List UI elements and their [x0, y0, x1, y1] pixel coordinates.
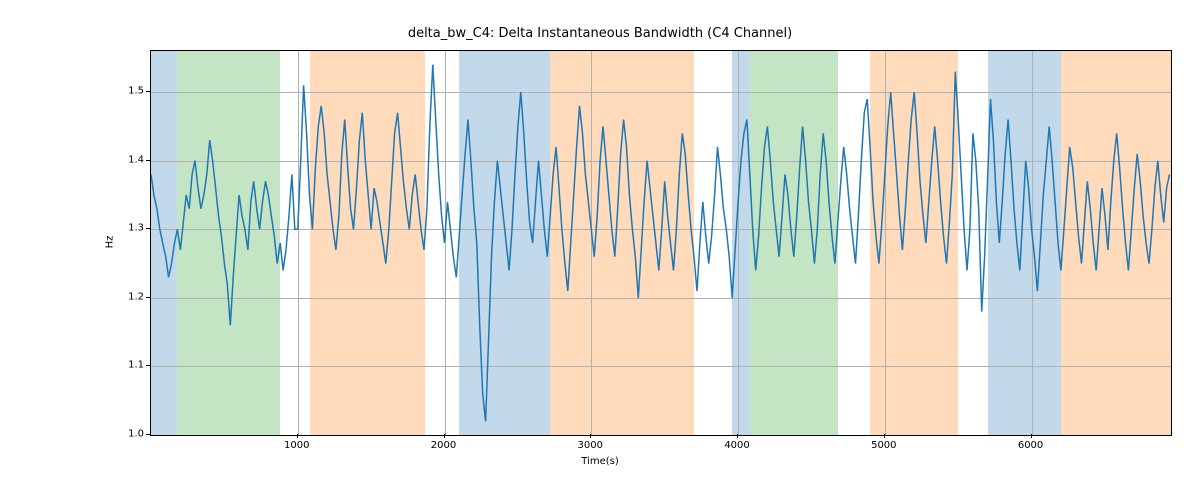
x-tick-label: 3000 — [570, 440, 610, 451]
x-tick-label: 1000 — [277, 440, 317, 451]
x-tick-label: 4000 — [717, 440, 757, 451]
y-tick-label: 1.3 — [104, 223, 144, 234]
plot-area — [150, 50, 1172, 436]
tick-mark — [297, 434, 298, 438]
y-axis-label: Hz — [105, 236, 116, 249]
tick-mark — [146, 434, 150, 435]
tick-mark — [1031, 434, 1032, 438]
tick-mark — [590, 434, 591, 438]
chart-title: delta_bw_C4: Delta Instantaneous Bandwid… — [0, 26, 1200, 41]
y-tick-label: 1.5 — [104, 86, 144, 97]
y-tick-label: 1.0 — [104, 429, 144, 440]
tick-mark — [146, 228, 150, 229]
tick-mark — [737, 434, 738, 438]
x-tick-label: 2000 — [424, 440, 464, 451]
tick-mark — [884, 434, 885, 438]
tick-mark — [146, 91, 150, 92]
line-trace — [151, 51, 1171, 435]
y-tick-label: 1.4 — [104, 154, 144, 165]
x-tick-label: 5000 — [864, 440, 904, 451]
x-tick-label: 6000 — [1011, 440, 1051, 451]
y-tick-label: 1.2 — [104, 291, 144, 302]
tick-mark — [146, 365, 150, 366]
grid-line-horizontal — [151, 435, 1171, 436]
y-tick-label: 1.1 — [104, 360, 144, 371]
chart-container: delta_bw_C4: Delta Instantaneous Bandwid… — [0, 0, 1200, 500]
x-axis-label: Time(s) — [0, 456, 1200, 467]
tick-mark — [444, 434, 445, 438]
tick-mark — [146, 160, 150, 161]
tick-mark — [146, 297, 150, 298]
